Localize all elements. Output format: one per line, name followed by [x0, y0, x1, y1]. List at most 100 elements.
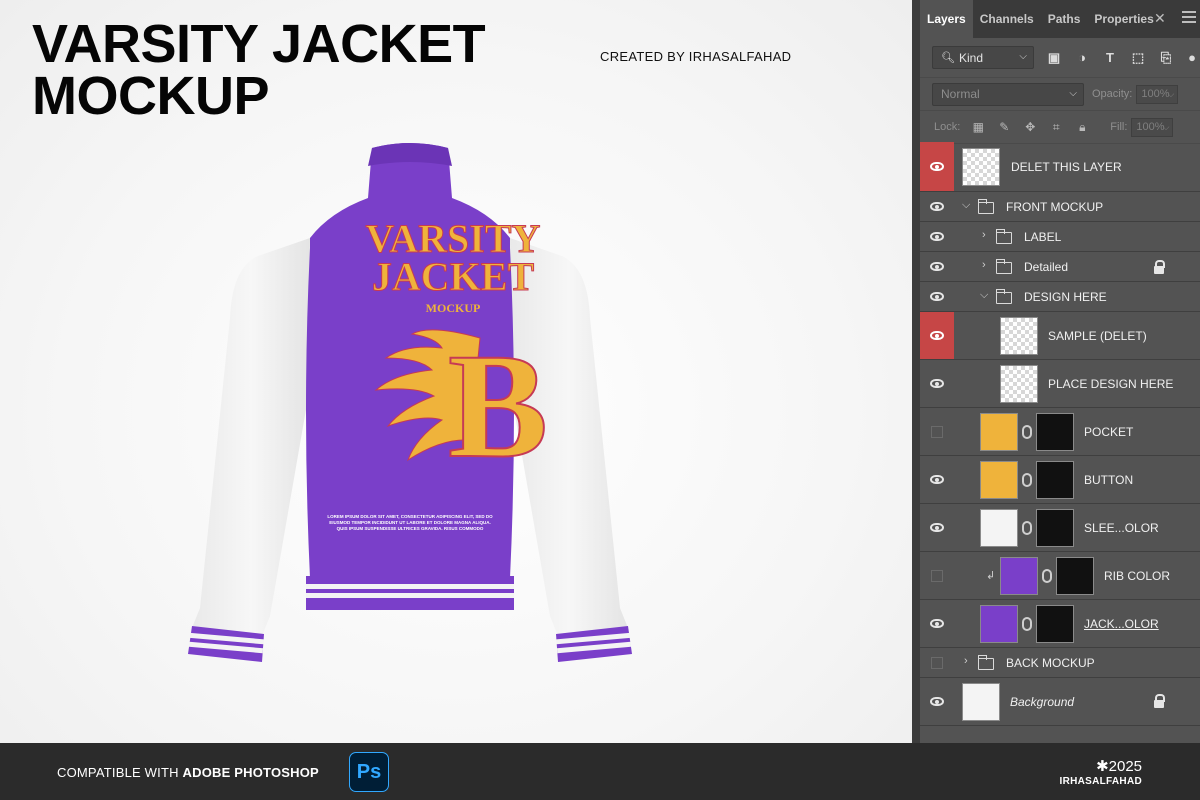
- chevron-right-icon[interactable]: ›: [964, 655, 968, 667]
- panel-menu-icon[interactable]: [1182, 11, 1196, 25]
- layer-name: SAMPLE (DELET): [1048, 328, 1147, 343]
- close-icon[interactable]: ✕: [1154, 11, 1168, 25]
- blend-row: Normal ⌵ Opacity: 100% ⌵: [920, 78, 1200, 111]
- visibility-toggle[interactable]: [920, 408, 954, 455]
- visibility-toggle[interactable]: [920, 192, 954, 221]
- type-layer-filter-icon[interactable]: T: [1102, 50, 1118, 66]
- layer-row[interactable]: JACK...OLOR: [920, 600, 1200, 648]
- visibility-toggle[interactable]: [920, 312, 954, 359]
- opacity-label: Opacity:: [1092, 88, 1133, 100]
- link-icon[interactable]: [1022, 473, 1032, 487]
- lock-transparency-icon[interactable]: ▦: [970, 120, 986, 134]
- layer-thumbnail: [962, 683, 1000, 721]
- fill-value: 100%: [1136, 121, 1165, 133]
- visibility-toggle[interactable]: [920, 600, 954, 647]
- link-icon[interactable]: [1022, 521, 1032, 535]
- layer-name: LABEL: [1024, 229, 1062, 244]
- layer-name: RIB COLOR: [1104, 568, 1171, 583]
- chevron-down-icon[interactable]: ⌵: [962, 199, 970, 212]
- layer-group-row[interactable]: › LABEL: [920, 222, 1200, 252]
- tab-channels[interactable]: Channels: [973, 0, 1041, 38]
- chevron-down-icon: ⌵: [1162, 121, 1170, 132]
- tab-layers[interactable]: Layers: [920, 0, 973, 38]
- link-icon[interactable]: [1042, 569, 1052, 583]
- layer-name: SLEE...OLOR: [1084, 520, 1159, 535]
- chevron-right-icon[interactable]: ›: [982, 259, 986, 271]
- visibility-toggle[interactable]: [920, 360, 954, 407]
- lock-all-icon[interactable]: 🔒︎: [1074, 120, 1090, 135]
- eye-icon: [930, 262, 944, 271]
- link-icon[interactable]: [1022, 617, 1032, 631]
- layer-name: DELET THIS LAYER: [1011, 159, 1122, 174]
- pixel-layer-filter-icon[interactable]: ▣: [1046, 50, 1062, 66]
- color-fill-thumbnail: [1000, 557, 1038, 595]
- folder-icon: [977, 655, 994, 670]
- link-icon[interactable]: [1022, 425, 1032, 439]
- folder-icon: [995, 229, 1012, 244]
- visibility-toggle[interactable]: [920, 142, 954, 191]
- mask-thumbnail: [1036, 461, 1074, 499]
- title-line-1: VARSITY JACKET: [32, 14, 486, 74]
- kind-filter-select[interactable]: 🔍︎ Kind ⌵: [932, 46, 1034, 69]
- compat-app: ADOBE PHOTOSHOP: [182, 765, 319, 780]
- chevron-down-icon[interactable]: ⌵: [980, 289, 988, 302]
- color-fill-thumbnail: [980, 509, 1018, 547]
- creator-credit: CREATED BY IRHASALFAHAD: [600, 49, 792, 64]
- smart-object-filter-icon[interactable]: ⎘: [1158, 50, 1174, 66]
- eye-icon: [930, 475, 944, 484]
- blend-mode-select[interactable]: Normal ⌵: [932, 82, 1084, 106]
- lock-image-pixels-icon[interactable]: ✎: [996, 120, 1012, 134]
- lock-label: Lock:: [934, 121, 961, 133]
- layer-row[interactable]: Background: [920, 678, 1200, 726]
- fill-input[interactable]: 100% ⌵: [1131, 117, 1174, 137]
- mask-thumbnail: [1036, 509, 1074, 547]
- layer-name: DESIGN HERE: [1024, 289, 1107, 304]
- visibility-toggle[interactable]: [920, 222, 954, 251]
- filter-toggle-icon[interactable]: ●: [1184, 50, 1200, 66]
- layer-name: FRONT MOCKUP: [1006, 199, 1104, 214]
- title-line-2: MOCKUP: [32, 66, 270, 126]
- clipping-mask-icon: ↲: [986, 570, 996, 582]
- tab-paths[interactable]: Paths: [1041, 0, 1088, 38]
- opacity-input[interactable]: 100% ⌵: [1136, 84, 1179, 104]
- lock-row: Lock: ▦ ✎ ✥ ⌗ 🔒︎ Fill: 100% ⌵: [920, 111, 1200, 144]
- layer-row[interactable]: BUTTON: [920, 456, 1200, 504]
- folder-icon: [977, 199, 994, 214]
- shape-layer-filter-icon[interactable]: ⬚: [1130, 50, 1146, 66]
- visibility-toggle[interactable]: [920, 252, 954, 281]
- layer-group-row[interactable]: › Detailed: [920, 252, 1200, 282]
- lock-artboard-icon[interactable]: ⌗: [1048, 120, 1064, 135]
- lock-position-icon[interactable]: ✥: [1022, 120, 1038, 134]
- visibility-toggle[interactable]: [920, 678, 954, 725]
- adjustment-layer-filter-icon[interactable]: ◑: [1074, 50, 1090, 66]
- chevron-right-icon[interactable]: ›: [982, 229, 986, 241]
- footer-bar: COMPATIBLE WITH ADOBE PHOTOSHOP Ps ✱2025…: [0, 743, 1200, 800]
- layer-row[interactable]: ↲ RIB COLOR: [920, 552, 1200, 600]
- fine-print-2: EIUSMOD TEMPOR INCIDIDUNT UT LABORE ET D…: [329, 520, 490, 525]
- layer-name: PLACE DESIGN HERE: [1048, 376, 1174, 391]
- layer-group-row[interactable]: › BACK MOCKUP: [920, 648, 1200, 678]
- visibility-toggle[interactable]: [920, 456, 954, 503]
- compatibility-note: COMPATIBLE WITH ADOBE PHOTOSHOP: [57, 765, 319, 780]
- visibility-toggle[interactable]: [920, 552, 954, 599]
- chevron-down-icon: ⌵: [1167, 88, 1175, 99]
- opacity-value: 100%: [1141, 88, 1170, 100]
- layer-row[interactable]: SLEE...OLOR: [920, 504, 1200, 552]
- layer-row[interactable]: SAMPLE (DELET): [920, 312, 1200, 360]
- search-icon: 🔍︎: [941, 52, 955, 64]
- layer-row[interactable]: PLACE DESIGN HERE: [920, 360, 1200, 408]
- lock-icon: [1154, 694, 1165, 708]
- layer-group-row[interactable]: ⌵ DESIGN HERE: [920, 282, 1200, 312]
- lock-icon: [1154, 260, 1165, 274]
- visibility-toggle[interactable]: [920, 504, 954, 551]
- hidden-checkbox-icon: [931, 656, 943, 669]
- layer-row[interactable]: DELET THIS LAYER: [920, 142, 1200, 192]
- layer-group-row[interactable]: ⌵ FRONT MOCKUP: [920, 192, 1200, 222]
- visibility-toggle[interactable]: [920, 282, 954, 311]
- layer-name: Detailed: [1024, 259, 1069, 274]
- layer-row[interactable]: POCKET: [920, 408, 1200, 456]
- chevron-down-icon: ⌵: [1069, 87, 1077, 99]
- year-label: ✱2025: [1096, 758, 1142, 775]
- tab-properties[interactable]: Properties: [1087, 0, 1160, 38]
- visibility-toggle[interactable]: [920, 648, 954, 677]
